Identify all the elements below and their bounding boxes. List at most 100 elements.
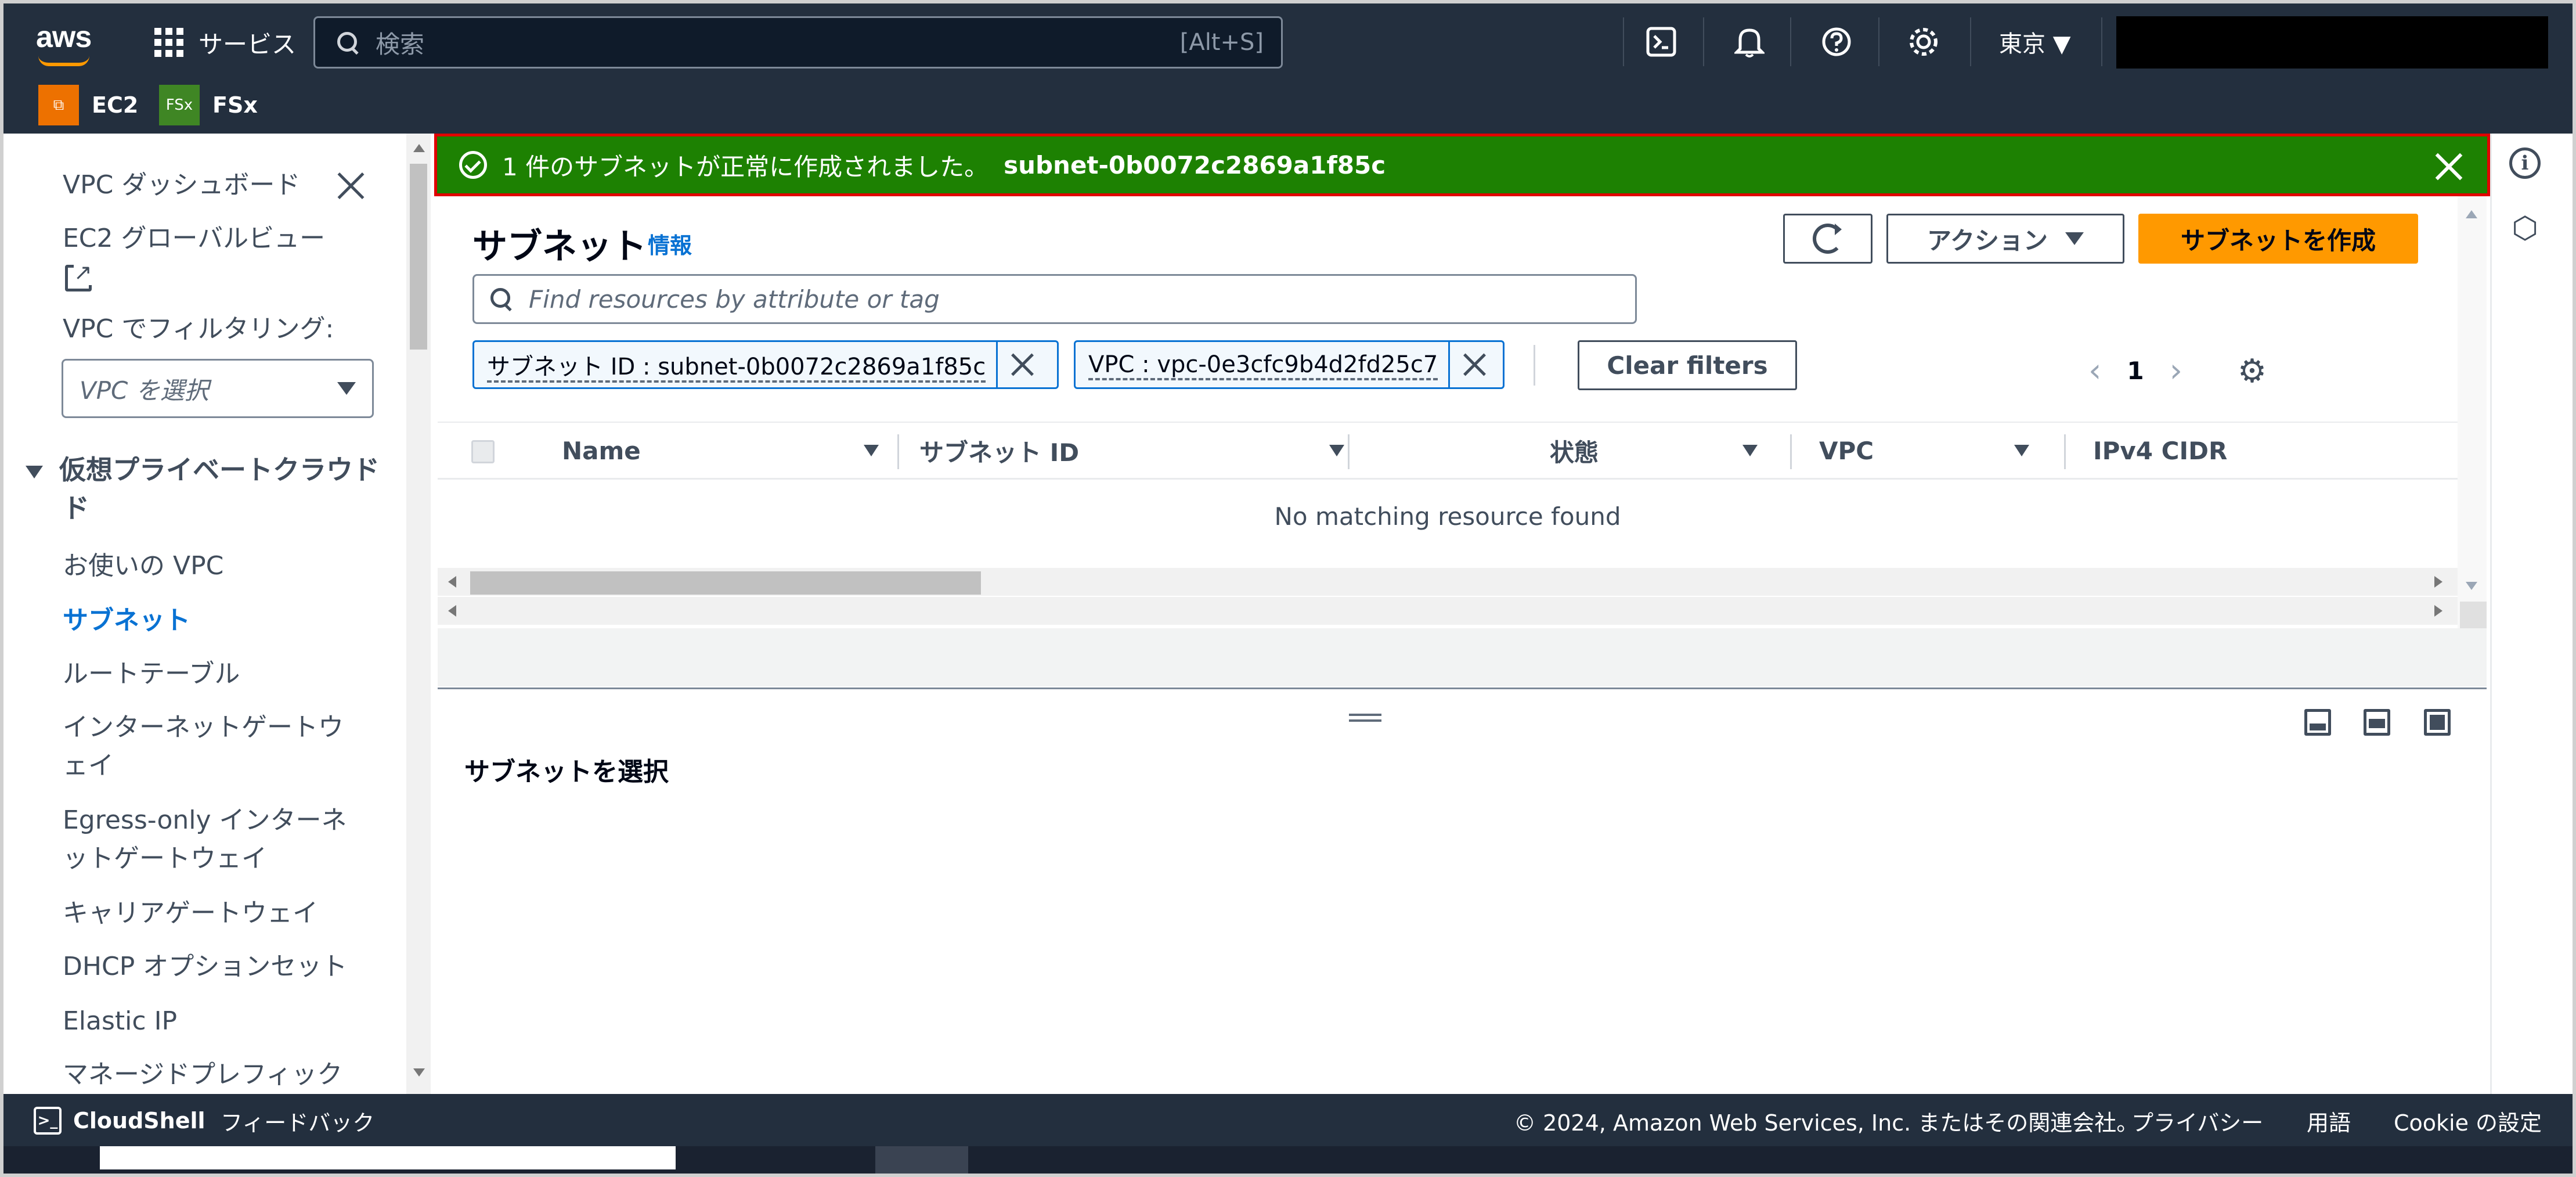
bell-icon[interactable] xyxy=(1732,24,1767,59)
privacy-link[interactable]: プライバシー xyxy=(2131,1104,2263,1137)
taskbar-window[interactable] xyxy=(100,1146,676,1169)
cloudshell-icon[interactable] xyxy=(1644,24,1679,59)
vpc-filter-label: VPC でフィルタリング: xyxy=(63,314,334,344)
property-filter-input[interactable]: Find resources by attribute or tag xyxy=(472,274,1637,324)
region-selector[interactable]: 東京 ▼ xyxy=(1999,24,2070,59)
info-link[interactable]: 情報 xyxy=(648,228,692,260)
column-divider[interactable] xyxy=(897,434,899,469)
refresh-button[interactable] xyxy=(1783,214,1873,264)
cloudshell-button[interactable]: >_ CloudShell xyxy=(34,1104,205,1137)
refresh-icon xyxy=(1813,224,1843,254)
scrollbar-thumb[interactable] xyxy=(470,571,981,595)
column-header-label: 状態 xyxy=(1550,438,1599,467)
select-all-checkbox[interactable] xyxy=(471,440,495,463)
panel-full-icon[interactable] xyxy=(2424,709,2451,736)
cookie-preferences-link[interactable]: Cookie の設定 xyxy=(2394,1104,2542,1137)
caret-down-icon xyxy=(2065,232,2084,245)
sidebar-item-route-tables[interactable]: ルートテーブル xyxy=(63,655,240,693)
scroll-right-icon[interactable] xyxy=(2434,605,2442,617)
column-header-name[interactable]: Name xyxy=(562,423,887,478)
filter-token-subnet-id[interactable]: サブネット ID : subnet-0b0072c2869a1f85c xyxy=(472,340,1059,389)
column-header-subnet-id[interactable]: サブネット ID xyxy=(919,423,1361,478)
clear-filters-button[interactable]: Clear filters xyxy=(1578,340,1797,390)
sidebar-item-internet-gateways[interactable]: インターネットゲートウ xyxy=(63,708,344,747)
tools-rail: i ⬡ xyxy=(2490,134,2576,1094)
chevron-right-icon[interactable]: › xyxy=(2170,352,2182,390)
scroll-left-icon[interactable] xyxy=(448,576,456,588)
chevron-left-icon[interactable]: ‹ xyxy=(2088,352,2101,390)
sidebar-item-internet-gateways-wrap[interactable]: ェイ xyxy=(63,747,114,785)
scroll-right-icon[interactable] xyxy=(2434,576,2442,588)
sidebar-item-subnets[interactable]: サブネット xyxy=(63,602,190,640)
token-divider xyxy=(1534,345,1535,386)
sidebar-item-your-vpcs[interactable]: お使いの VPC xyxy=(63,547,223,585)
info-icon[interactable]: i xyxy=(2509,147,2541,179)
filter-token-label[interactable]: VPC : vpc-0e3cfc9b4d2fd25c7 xyxy=(1076,351,1448,378)
vpc-filter-placeholder: VPC を選択 xyxy=(80,376,209,405)
sidebar-scrollbar[interactable] xyxy=(406,134,431,1094)
flash-resource-id: subnet-0b0072c2869a1f85c xyxy=(1004,150,1386,179)
remove-token-close-icon[interactable] xyxy=(996,342,1046,387)
remove-token-close-icon[interactable] xyxy=(1448,342,1498,387)
actions-dropdown-button[interactable]: アクション xyxy=(1886,214,2124,264)
nav-divider xyxy=(1878,17,1879,66)
scroll-up-icon[interactable] xyxy=(413,144,425,152)
sidebar-item-elastic-ip[interactable]: Elastic IP xyxy=(63,1002,177,1041)
favorite-ec2-label: EC2 xyxy=(92,92,139,118)
column-divider[interactable] xyxy=(1348,434,1350,469)
content-gap xyxy=(438,628,2487,686)
resize-handle-icon[interactable] xyxy=(1349,714,1381,722)
sidebar-item-dhcp-options[interactable]: DHCP オプションセット xyxy=(63,948,347,986)
nav-divider xyxy=(1703,17,1704,66)
scroll-down-icon[interactable] xyxy=(413,1068,425,1077)
close-icon[interactable] xyxy=(335,171,366,201)
sidebar-item-egress-only-igw-wrap[interactable]: ットゲートウェイ xyxy=(63,840,267,878)
services-menu-button[interactable]: サービス xyxy=(154,22,296,63)
panel-bottom-icon[interactable] xyxy=(2304,709,2331,736)
sidebar-item-ec2-global-view[interactable]: EC2 グローバルビュー xyxy=(63,219,325,258)
filter-token-vpc[interactable]: VPC : vpc-0e3cfc9b4d2fd25c7 xyxy=(1074,340,1505,389)
table-vertical-scrollbar[interactable] xyxy=(2458,196,2487,638)
sidebar-section-label: 仮想プライベートクラウド xyxy=(59,454,380,485)
page-number[interactable]: 1 xyxy=(2127,357,2144,385)
help-icon[interactable] xyxy=(1819,24,1854,59)
scrollbar-thumb[interactable] xyxy=(410,164,427,350)
sidebar-item-vpc-dashboard[interactable]: VPC ダッシュボード xyxy=(63,166,300,204)
account-menu-redacted[interactable] xyxy=(2116,16,2548,69)
vpc-filter-select[interactable]: VPC を選択 xyxy=(62,359,374,418)
terms-link[interactable]: 用語 xyxy=(2307,1104,2351,1137)
empty-state-message: No matching resource found xyxy=(1274,502,1621,531)
feedback-link[interactable]: フィードバック xyxy=(221,1104,374,1137)
success-flash-banner: 1 件のサブネットが正常に作成されました。 subnet-0b0072c2869… xyxy=(434,134,2490,196)
table-horizontal-scrollbar[interactable] xyxy=(438,568,2458,596)
hexagon-icon[interactable]: ⬡ xyxy=(2509,213,2541,244)
gear-icon[interactable] xyxy=(1906,24,1941,59)
scroll-down-icon[interactable] xyxy=(2466,582,2477,590)
search-icon xyxy=(489,287,514,311)
scroll-up-icon[interactable] xyxy=(2466,210,2477,218)
scroll-left-icon[interactable] xyxy=(448,605,456,617)
aws-logo[interactable]: aws xyxy=(36,20,100,66)
os-taskbar xyxy=(0,1146,2576,1177)
terminal-icon: >_ xyxy=(34,1107,62,1135)
column-divider[interactable] xyxy=(2064,434,2066,469)
filter-placeholder: Find resources by attribute or tag xyxy=(529,285,940,314)
sidebar-item-egress-only-igw[interactable]: Egress-only インターネ xyxy=(63,801,347,840)
panel-side-icon[interactable] xyxy=(2364,709,2390,736)
dismiss-close-icon[interactable] xyxy=(2434,152,2464,182)
favorite-fsx[interactable]: FSx FSx xyxy=(159,85,258,125)
sidebar-item-managed-prefix-lists[interactable]: マネージドプレフィック xyxy=(63,1056,342,1094)
sort-caret-icon xyxy=(2014,445,2029,456)
column-header-ipv4-cidr[interactable]: IPv4 CIDR xyxy=(2093,423,2325,478)
nav-divider xyxy=(1623,17,1624,66)
create-subnet-button[interactable]: サブネットを作成 xyxy=(2138,214,2418,264)
global-search-input[interactable]: 検索 [Alt+S] xyxy=(313,16,1283,69)
filter-token-label[interactable]: サブネット ID : subnet-0b0072c2869a1f85c xyxy=(474,348,996,381)
page-horizontal-scrollbar[interactable] xyxy=(438,597,2458,625)
sidebar-item-carrier-gateways[interactable]: キャリアゲートウェイ xyxy=(63,894,318,933)
taskbar-item[interactable] xyxy=(875,1146,968,1177)
column-divider[interactable] xyxy=(1790,434,1792,469)
table-preferences-gear-icon[interactable]: ⚙ xyxy=(2235,354,2270,389)
favorite-ec2[interactable]: ⧉ EC2 xyxy=(38,85,138,125)
sidebar-section-vpc[interactable]: 仮想プライベートクラウド xyxy=(26,451,380,489)
